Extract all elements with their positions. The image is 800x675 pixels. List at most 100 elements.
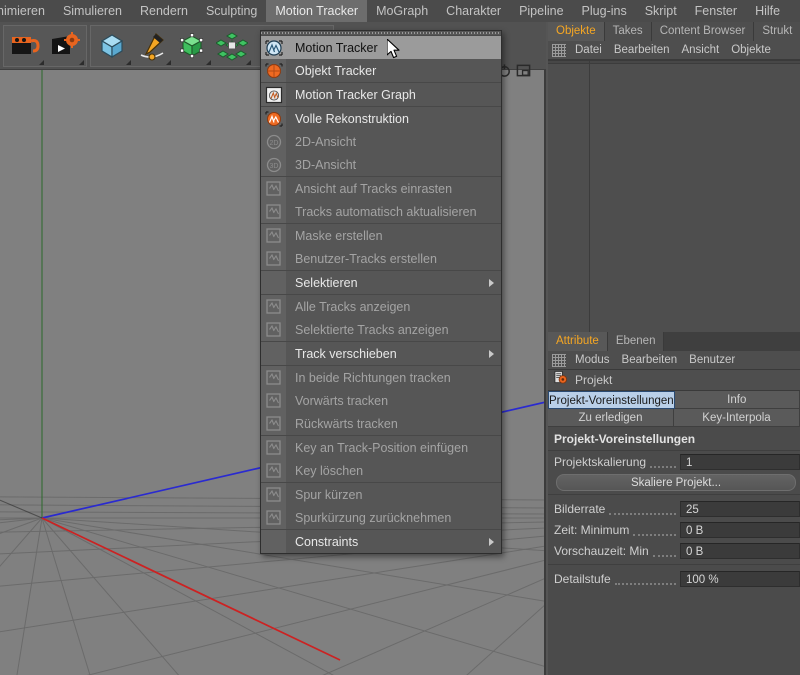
tab-ebenen[interactable]: Ebenen [607, 332, 665, 351]
subtab-info[interactable]: Info [674, 391, 800, 409]
menu-item-label: Motion Tracker Graph [295, 87, 416, 102]
nurbs-generator-icon[interactable] [172, 26, 212, 66]
property-label: Projektskalierung [554, 454, 647, 469]
menu-item-spurkürzung-zurücknehmen[interactable]: Spurkürzung zurücknehmen [261, 506, 501, 529]
menu-sculpting[interactable]: Sculpting [197, 0, 266, 22]
om-command-bearbeiten[interactable]: Bearbeiten [608, 44, 676, 56]
panel-grip-icon[interactable] [552, 353, 566, 367]
scale-project-button[interactable]: Skaliere Projekt... [556, 474, 796, 491]
motion-tracker-dropdown-menu[interactable]: Motion Tracker Objekt Tracker Motion Track… [260, 30, 502, 554]
am-command-bearbeiten[interactable]: Bearbeiten [616, 354, 684, 366]
subtab-zu-erledigen[interactable]: Zu erledigen [548, 409, 674, 427]
property-detailstufe: Detailstufe 100 % [548, 568, 800, 589]
spline-pen-icon[interactable] [132, 26, 172, 66]
menu-item-selektieren[interactable]: Selektieren [261, 271, 501, 294]
menu-item-tracks-automatisch-aktualisieren[interactable]: Tracks automatisch aktualisieren [261, 200, 501, 223]
undo-redo-icon[interactable] [5, 26, 45, 66]
menu-skript[interactable]: Skript [636, 0, 686, 22]
am-command-modus[interactable]: Modus [569, 354, 616, 366]
tab-strukt[interactable]: Strukt [754, 22, 800, 41]
main-menu-bar: nimieren Simulieren Rendern Sculpting Motion… [0, 0, 800, 22]
leader-dots [609, 503, 676, 515]
menu-item-label: Alle Tracks anzeigen [295, 299, 411, 314]
menu-item-label: Key an Track-Position einfügen [295, 440, 469, 455]
menu-item-label: Selektierte Tracks anzeigen [295, 322, 449, 337]
bilderrate-input[interactable]: 25 [680, 500, 800, 517]
track-backward-icon [265, 415, 281, 431]
menu-nimieren[interactable]: nimieren [0, 0, 54, 22]
vorschauzeit-min-input[interactable]: 0 B [680, 542, 800, 559]
render-view-icon[interactable] [45, 26, 85, 66]
object-list[interactable] [548, 60, 800, 332]
menu-charakter[interactable]: Charakter [437, 0, 510, 22]
menu-item-label: Maske erstellen [295, 228, 383, 243]
menu-item-maske-erstellen[interactable]: Maske erstellen [261, 224, 501, 247]
menu-item-track-verschieben[interactable]: Track verschieben [261, 342, 501, 365]
menu-item-in-beide-richtungen-tracken[interactable]: In beide Richtungen tracken [261, 366, 501, 389]
menu-item-spur-kürzen[interactable]: Spur kürzen [261, 483, 501, 506]
menu-rendern[interactable]: Rendern [131, 0, 197, 22]
om-command-objekte[interactable]: Objekte [725, 44, 777, 56]
menu-item-volle-rekonstruktion[interactable]: Volle Rekonstruktion [261, 107, 501, 130]
menu-item-key-löschen[interactable]: Key löschen [261, 459, 501, 482]
attribute-object-row: Projekt [548, 370, 800, 391]
menu-item-constraints[interactable]: Constraints [261, 530, 501, 553]
menu-item-label: Motion Tracker [295, 40, 378, 55]
attribute-object-label: Projekt [575, 373, 613, 387]
menu-item-vorwärts-tracken[interactable]: Vorwärts tracken [261, 389, 501, 412]
menu-item-3d-ansicht[interactable]: 3D 3D-Ansicht [261, 153, 501, 176]
untrim-track-icon [265, 509, 281, 525]
tab-takes[interactable]: Takes [604, 22, 652, 41]
tab-content-browser[interactable]: Content Browser [651, 22, 755, 41]
menu-plug-ins[interactable]: Plug-ins [573, 0, 636, 22]
attribute-manager-tabs: Attribute Ebenen [548, 332, 800, 351]
menu-item-key-an-track-position-einfügen[interactable]: Key an Track-Position einfügen [261, 436, 501, 459]
am-command-benutzer[interactable]: Benutzer [683, 354, 741, 366]
subtab-key-interpola[interactable]: Key-Interpola [674, 409, 800, 427]
attribute-subtabs-row2: Zu erledigen Key-Interpola [548, 409, 800, 427]
2d-view-icon: 2D [266, 134, 281, 149]
tab-attribute[interactable]: Attribute [548, 332, 608, 351]
menu-item-ansicht-auf-tracks-einrasten[interactable]: Ansicht auf Tracks einrasten [261, 177, 501, 200]
viewport-layout-icon[interactable] [516, 63, 531, 83]
submenu-arrow-icon [489, 278, 494, 287]
array-object-icon[interactable] [212, 26, 252, 66]
detailstufe-input[interactable]: 100 % [680, 570, 800, 587]
menu-item-label: Rückwärts tracken [295, 416, 398, 431]
om-command-datei[interactable]: Datei [569, 44, 608, 56]
menu-fenster[interactable]: Fenster [686, 0, 746, 22]
leader-dots [652, 545, 676, 557]
icon-slot [261, 200, 286, 223]
tab-objekte[interactable]: Objekte [548, 22, 605, 41]
om-command-ansicht[interactable]: Ansicht [675, 44, 725, 56]
menu-item-motion-tracker[interactable]: Motion Tracker [261, 36, 501, 59]
motion-tracker-graph-icon [265, 86, 282, 103]
menu-item-rückwärts-tracken[interactable]: Rückwärts tracken [261, 412, 501, 435]
menu-mograph[interactable]: MoGraph [367, 0, 437, 22]
menu-item-alle-tracks-anzeigen[interactable]: Alle Tracks anzeigen [261, 295, 501, 318]
menu-simulieren[interactable]: Simulieren [54, 0, 131, 22]
menu-item-selektierte-tracks-anzeigen[interactable]: Selektierte Tracks anzeigen [261, 318, 501, 341]
menu-item-motion-tracker-graph[interactable]: Motion Tracker Graph [261, 83, 501, 106]
menu-pipeline[interactable]: Pipeline [510, 0, 572, 22]
subtab-projekt-voreinstellungen[interactable]: Projekt-Voreinstellungen [548, 391, 675, 409]
icon-slot [261, 224, 286, 247]
menu-item-objekt-tracker[interactable]: Objekt Tracker [261, 59, 501, 82]
icon-slot [261, 318, 286, 341]
property-label: Zeit: Minimum [554, 522, 630, 537]
attribute-subtabs-row1: Projekt-Voreinstellungen Info [548, 391, 800, 409]
menu-item-benutzer-tracks-erstellen[interactable]: Benutzer-Tracks erstellen [261, 247, 501, 270]
cube-primitive-icon[interactable] [92, 26, 132, 66]
menu-hilfe[interactable]: Hilfe [746, 0, 789, 22]
menu-item-2d-ansicht[interactable]: 2D 2D-Ansicht [261, 130, 501, 153]
menu-item-label: Benutzer-Tracks erstellen [295, 251, 437, 266]
create-user-tracks-icon [265, 250, 281, 266]
menu-motion-tracker[interactable]: Motion Tracker [266, 0, 368, 22]
show-selected-tracks-icon [265, 321, 281, 337]
attribute-manager-menu: Modus Bearbeiten Benutzer [548, 351, 800, 370]
submenu-arrow-icon [489, 349, 494, 358]
property-zeit-minimum: Zeit: Minimum 0 B [548, 519, 800, 540]
projektskalierung-input[interactable]: 1 [680, 453, 800, 470]
zeit-minimum-input[interactable]: 0 B [680, 521, 800, 538]
panel-grip-icon[interactable] [552, 43, 566, 57]
